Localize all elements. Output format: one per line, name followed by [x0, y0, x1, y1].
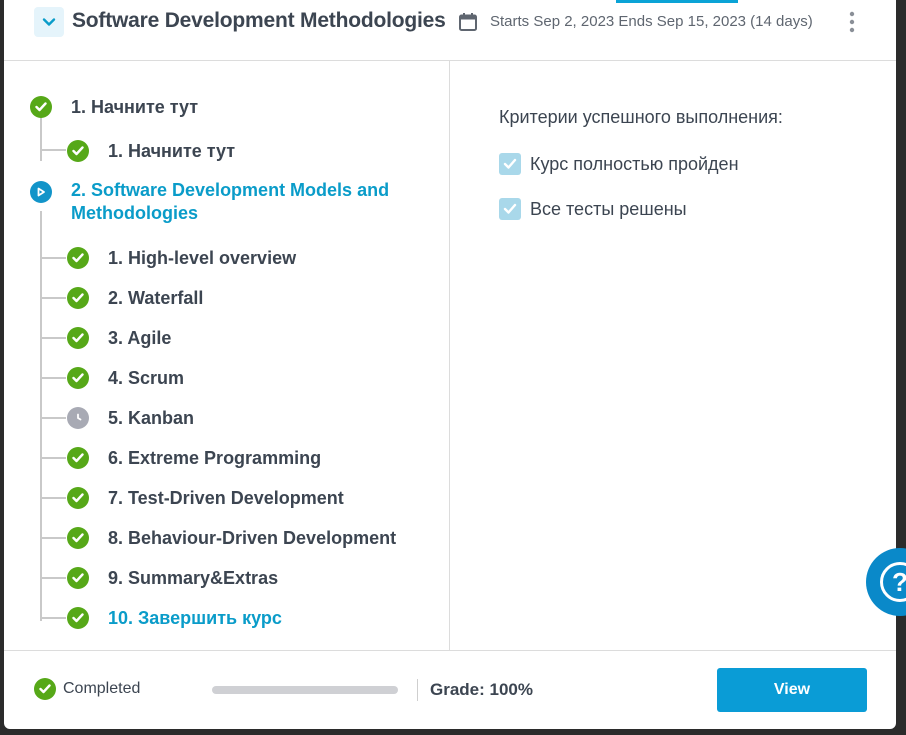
collapse-button[interactable]: [34, 7, 64, 37]
lesson-label: 8. Behaviour-Driven Development: [108, 527, 397, 548]
lesson-item[interactable]: 3. Agile: [67, 326, 171, 350]
criterion-item: Все тесты решены: [499, 198, 687, 220]
grade-label: Grade: 100%: [430, 680, 533, 699]
check-icon: [67, 140, 89, 162]
lesson-item[interactable]: 4. Scrum: [67, 366, 184, 390]
section-1[interactable]: 1. Начните тут: [30, 95, 198, 119]
section-title-active[interactable]: 2. Software Development Models and Metho…: [71, 179, 431, 225]
check-icon: [67, 447, 89, 469]
kebab-menu-icon[interactable]: [846, 10, 858, 34]
course-footer: Completed Grade: 100% View: [4, 650, 896, 729]
lesson-label: 4. Scrum: [108, 367, 185, 388]
lesson-label: 2. Waterfall: [108, 287, 204, 308]
course-header: Software Development Methodologies Start…: [4, 0, 896, 61]
lesson-item[interactable]: 10. Завершить курс: [67, 606, 282, 630]
lesson-item[interactable]: 9. Summary&Extras: [67, 566, 278, 590]
clock-icon: [67, 407, 89, 429]
view-button[interactable]: View: [717, 668, 867, 712]
course-dates: Starts Sep 2, 2023 Ends Sep 15, 2023 (14…: [490, 13, 813, 30]
progress-bar: [212, 686, 398, 694]
lesson-item[interactable]: 6. Extreme Programming: [67, 446, 321, 470]
play-icon: [30, 181, 52, 203]
lesson-item[interactable]: 7. Test-Driven Development: [67, 486, 344, 510]
section-2-icon-wrap[interactable]: [30, 180, 52, 204]
criteria-title: Критерии успешного выполнения:: [499, 107, 783, 127]
check-icon: [67, 567, 89, 589]
check-icon: [67, 287, 89, 309]
lesson-item[interactable]: 1. High-level overview: [67, 246, 296, 270]
lesson-label: 6. Extreme Programming: [108, 447, 322, 468]
help-icon: ?: [880, 562, 906, 602]
chevron-down-icon: [42, 18, 56, 26]
check-icon: [67, 487, 89, 509]
lesson-label: 9. Summary&Extras: [108, 567, 279, 588]
calendar-icon: [459, 13, 477, 31]
check-icon: [67, 247, 89, 269]
check-icon: [67, 367, 89, 389]
divider: [417, 679, 418, 701]
course-title: Software Development Methodologies: [72, 9, 446, 32]
check-icon: [67, 527, 89, 549]
lesson-label: 3. Agile: [108, 327, 172, 348]
completion-status: Completed: [34, 678, 140, 700]
lesson-label: 1. High-level overview: [108, 247, 297, 268]
criterion-item: Курс полностью пройден: [499, 153, 739, 175]
criterion-label: Все тесты решены: [530, 198, 687, 219]
completion-criteria: Критерии успешного выполнения: Курс полн…: [450, 61, 896, 650]
lesson-item[interactable]: 1. Начните тут: [67, 139, 235, 163]
status-label: Completed: [63, 680, 141, 697]
lesson-label: 10. Завершить курс: [108, 607, 282, 628]
lesson-item[interactable]: 8. Behaviour-Driven Development: [67, 526, 396, 550]
check-icon: [30, 96, 52, 118]
lesson-label: 1. Начните тут: [108, 140, 236, 161]
checkbox-checked-icon: [499, 153, 521, 175]
lesson-label: 5. Kanban: [108, 407, 195, 428]
check-icon: [67, 607, 89, 629]
lesson-item[interactable]: 2. Waterfall: [67, 286, 203, 310]
check-icon: [67, 327, 89, 349]
lesson-label: 7. Test-Driven Development: [108, 487, 344, 508]
check-icon: [34, 678, 56, 700]
course-card: Software Development Methodologies Start…: [4, 0, 896, 729]
checkbox-checked-icon: [499, 198, 521, 220]
progress-fill: [212, 686, 398, 694]
lesson-item[interactable]: 5. Kanban: [67, 406, 194, 430]
criterion-label: Курс полностью пройден: [530, 153, 739, 174]
course-outline: 1. Начните тут 1. Начните тут 2. Softwar…: [4, 61, 450, 650]
section-title: 1. Начните тут: [71, 96, 199, 117]
